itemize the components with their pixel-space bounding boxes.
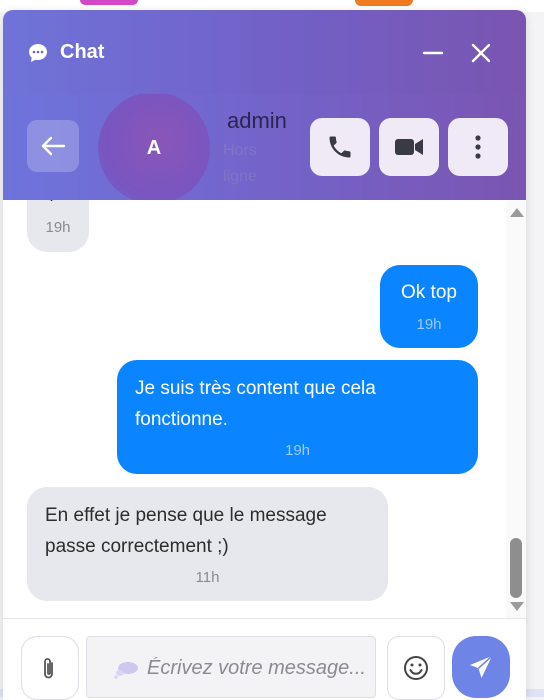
message-bubble-outgoing: Ok top 19h xyxy=(380,265,478,348)
close-icon xyxy=(471,43,491,63)
video-icon xyxy=(395,139,423,155)
attach-file-button[interactable] xyxy=(21,636,79,700)
message-text: :) xyxy=(45,200,57,207)
contact-name: admin xyxy=(227,108,287,133)
send-button[interactable] xyxy=(452,636,510,698)
chat-title-bar: Chat xyxy=(3,10,526,94)
message-time: 19h xyxy=(284,442,311,459)
message-bubble-incoming: :) 19h xyxy=(27,200,89,252)
chat-window: Chat A admin Hors ligne 19h Ok top 19h J… xyxy=(3,10,526,700)
chat-bubble-icon xyxy=(29,44,47,62)
close-button[interactable] xyxy=(468,40,494,66)
call-button[interactable] xyxy=(310,118,370,176)
phone-icon xyxy=(329,136,351,158)
minimize-icon xyxy=(422,51,444,55)
paperclip-icon xyxy=(44,658,53,679)
scroll-down-arrow-icon[interactable] xyxy=(510,602,524,611)
message-time: 19h xyxy=(416,316,442,333)
video-call-button[interactable] xyxy=(379,118,439,176)
message-input-wrapper xyxy=(86,636,376,698)
more-vertical-icon xyxy=(475,135,481,159)
back-arrow-icon xyxy=(41,136,66,156)
message-text: Ok top xyxy=(401,282,457,303)
message-text: Je suis très content que cela fonctionne… xyxy=(135,378,376,430)
message-text: En effet je pense que le message passe c… xyxy=(45,505,327,557)
message-bubble-outgoing: Je suis très content que cela fonctionne… xyxy=(117,360,478,474)
smiley-icon xyxy=(404,656,428,680)
background-app-icon-orange xyxy=(355,0,413,6)
scroll-up-arrow-icon[interactable] xyxy=(510,208,524,217)
contact-avatar: A xyxy=(98,94,210,200)
send-icon xyxy=(470,655,493,678)
message-input[interactable] xyxy=(145,651,369,685)
contact-header: A admin Hors ligne xyxy=(3,94,526,200)
chat-title: Chat xyxy=(60,41,105,63)
thought-bubble-icon xyxy=(114,662,138,679)
message-time: 19h xyxy=(45,219,71,236)
scrollbar-thumb[interactable] xyxy=(510,538,522,598)
message-time: 11h xyxy=(195,569,220,586)
more-options-button[interactable] xyxy=(448,118,508,176)
message-list[interactable]: :) 19h Ok top 19h Je suis très content q… xyxy=(3,200,526,618)
message-composer xyxy=(3,618,526,700)
message-scrollbar[interactable] xyxy=(506,200,526,618)
message-bubble-incoming: En effet je pense que le message passe c… xyxy=(27,487,388,601)
emoji-button[interactable] xyxy=(387,636,445,700)
background-app-icon-pink xyxy=(80,0,138,5)
contact-status: Hors ligne xyxy=(223,142,257,185)
minimize-button[interactable] xyxy=(420,40,446,66)
back-button[interactable] xyxy=(27,120,79,172)
